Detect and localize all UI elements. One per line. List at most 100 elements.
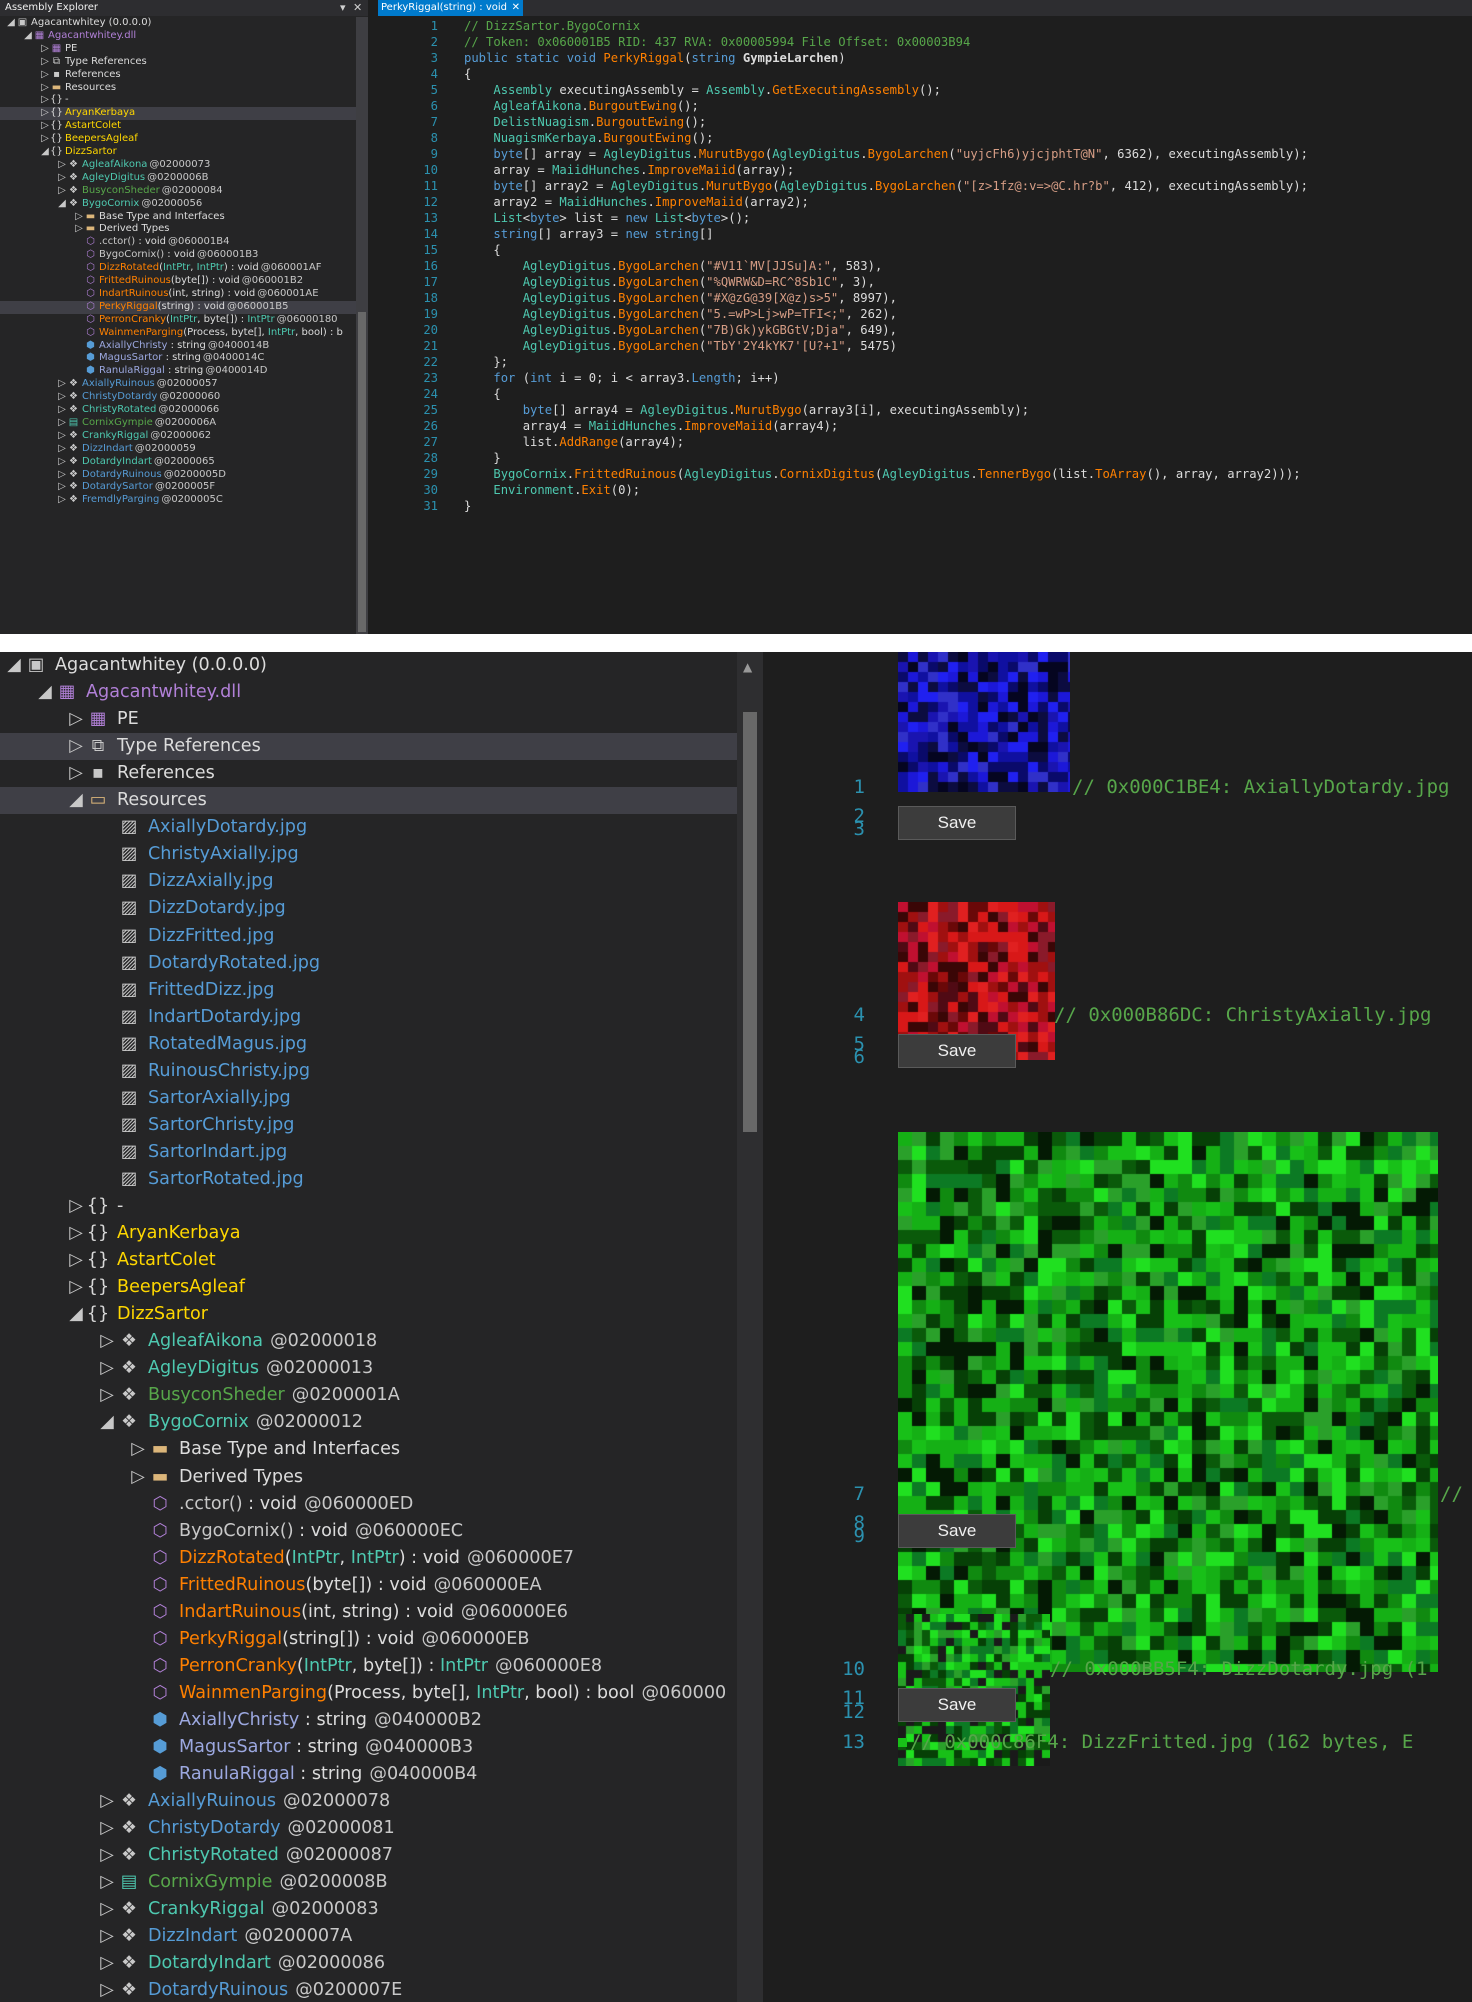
tree-node[interactable]: ▷ ❖ FremdlyParging @0200005C (0, 494, 356, 507)
expand-arrow-icon[interactable]: ▷ (40, 69, 50, 82)
tree-node[interactable]: ▷ ❖ ChristyDotardy @02000060 (0, 391, 356, 404)
save-button[interactable]: Save (898, 806, 1016, 840)
tree-node[interactable]: ▷{} - (0, 94, 356, 107)
tree-node[interactable]: ⬡ PerkyRiggal(string) : void @060001B5 (0, 300, 356, 314)
expand-arrow-icon[interactable]: ▷ (98, 1328, 116, 1355)
tree-node[interactable]: ▨ SartorRotated.jpg (0, 1166, 737, 1193)
scroll-up-icon[interactable]: ▲ (743, 660, 752, 674)
save-button[interactable]: Save (898, 1034, 1016, 1068)
collapse-arrow-icon[interactable]: ◢ (98, 1409, 116, 1436)
tree-node[interactable]: ◢ ▣ Agacantwhitey (0.0.0.0) (0, 652, 737, 679)
expand-arrow-icon[interactable]: ▷ (74, 211, 84, 224)
tree-node[interactable]: ▷ ❖ DotardyIndart @02000065 (0, 456, 356, 469)
tree-node[interactable]: ▷{} AstartColet (0, 1247, 737, 1274)
tree-node[interactable]: ▨ SartorChristy.jpg (0, 1112, 737, 1139)
tree-node[interactable]: ▷ ❖ ChristyRotated @02000087 (0, 1842, 737, 1869)
tree-node[interactable]: ⬢ RanulaRiggal : string @040000B4 (0, 1761, 737, 1788)
tree-node[interactable]: ▷ ❖ DotardySartor @0200005F (0, 481, 356, 494)
tree-node[interactable]: ▷ ❖ AgleyDigitus @02000013 (0, 1355, 737, 1382)
save-button[interactable]: Save (898, 1688, 1016, 1722)
expand-arrow-icon[interactable]: ▷ (98, 1815, 116, 1842)
tree-node[interactable]: ▷ ❖ ChristyDotardy @02000081 (0, 1815, 737, 1842)
tree-node[interactable]: ⬢ RanulaRiggal : string @0400014D (0, 365, 356, 378)
expand-arrow-icon[interactable]: ▷ (40, 94, 50, 107)
expand-arrow-icon[interactable]: ▷ (98, 1977, 116, 2002)
expand-arrow-icon[interactable]: ▷ (57, 443, 67, 456)
tree-node[interactable]: ▨ RotatedMagus.jpg (0, 1031, 737, 1058)
tree-node[interactable]: ▷ ⧉ Type References (0, 733, 737, 761)
tree-node[interactable]: ◢{} DizzSartor (0, 1301, 737, 1328)
dropdown-arrow-icon[interactable]: ▾ (340, 0, 346, 16)
expand-arrow-icon[interactable]: ▷ (57, 430, 67, 443)
collapse-arrow-icon[interactable]: ◢ (40, 146, 50, 159)
tree-node[interactable]: ▨ SartorAxially.jpg (0, 1085, 737, 1112)
tree-node[interactable]: ▷{} AstartColet (0, 120, 356, 133)
expand-arrow-icon[interactable]: ▷ (40, 56, 50, 69)
expand-arrow-icon[interactable]: ▷ (98, 1382, 116, 1409)
expand-arrow-icon[interactable]: ▷ (67, 1220, 85, 1247)
collapse-arrow-icon[interactable]: ◢ (5, 652, 23, 679)
tree-node[interactable]: ⬡ DizzRotated(IntPtr, IntPtr) : void @0600… (0, 262, 356, 275)
assembly-tree-scrollbar[interactable] (356, 17, 368, 634)
tree-node[interactable]: ▷ ▬ Base Type and Interfaces (0, 1436, 737, 1463)
tree-node[interactable]: ⬡ BygoCornix() : void @060000EC (0, 1518, 737, 1545)
expand-arrow-icon[interactable]: ▷ (98, 1788, 116, 1815)
tree-node[interactable]: ⬡ WainmenParging(Process, byte[], IntPtr,… (0, 327, 356, 340)
expand-arrow-icon[interactable]: ▷ (98, 1896, 116, 1923)
expand-arrow-icon[interactable]: ▷ (98, 1950, 116, 1977)
tree-node[interactable]: ▷ ❖ DizzIndart @02000059 (0, 443, 356, 456)
tree-node[interactable]: ▷ ❖ BusyconSheder @0200001A (0, 1382, 737, 1409)
expand-arrow-icon[interactable]: ▷ (67, 733, 85, 760)
tree-node[interactable]: ▨ SartorIndart.jpg (0, 1139, 737, 1166)
tree-node[interactable]: ⬡ .cctor() : void @060001B4 (0, 236, 356, 249)
expand-arrow-icon[interactable]: ▷ (57, 159, 67, 172)
code-view[interactable]: 1 // DizzSartor.BygoCornix 2 // Token: 0x0… (378, 18, 1472, 634)
tree-node[interactable]: ⬡ WainmenParging(Process, byte[], IntPtr,… (0, 1680, 737, 1707)
expand-arrow-icon[interactable]: ▷ (67, 706, 85, 733)
tree-node[interactable]: ◢ ❖ BygoCornix @02000056 (0, 198, 356, 211)
tree-node[interactable]: ▷ ❖ DizzIndart @0200007A (0, 1923, 737, 1950)
scrollbar-thumb[interactable] (743, 712, 757, 1132)
tree-node[interactable]: ▷{} AryanKerbaya (0, 1220, 737, 1247)
tree-node[interactable]: ▷ ❖ BusyconSheder @02000084 (0, 185, 356, 198)
expand-arrow-icon[interactable]: ▷ (57, 404, 67, 417)
tree-node[interactable]: ▷ ▤ CornixGympie @0200006A (0, 417, 356, 430)
expand-arrow-icon[interactable]: ▷ (57, 417, 67, 430)
tree-node[interactable]: ◢ ▣ Agacantwhitey (0.0.0.0) (0, 17, 356, 30)
expand-arrow-icon[interactable]: ▷ (129, 1464, 147, 1491)
tree-node[interactable]: ⬡ DizzRotated(IntPtr, IntPtr) : void @0600… (0, 1545, 737, 1572)
expand-arrow-icon[interactable]: ▷ (129, 1436, 147, 1463)
tree-node[interactable]: ▷ ▬ Base Type and Interfaces (0, 211, 356, 224)
collapse-arrow-icon[interactable]: ◢ (67, 1301, 85, 1328)
tree-node[interactable]: ⬡ FrittedRuinous(byte[]) : void @060000EA (0, 1572, 737, 1599)
expand-arrow-icon[interactable]: ▷ (57, 494, 67, 507)
expand-arrow-icon[interactable]: ▷ (98, 1923, 116, 1950)
tab-perkyriggal[interactable]: PerkyRiggal(string) : void ✕ (378, 0, 524, 16)
tree-node[interactable]: ⬢ AxiallyChristy : string @0400014B (0, 340, 356, 353)
tree-node[interactable]: ⬢ MagusSartor : string @0400014C (0, 352, 356, 365)
tree-node[interactable]: ▷ ❖ DotardyRuinous @0200005D (0, 469, 356, 482)
tree-node[interactable]: ▷ ▪ References (0, 760, 737, 787)
expand-arrow-icon[interactable]: ▷ (74, 223, 84, 236)
tree-node[interactable]: ▨ DizzFritted.jpg (0, 923, 737, 950)
tree-node[interactable]: ⬡ PerkyRiggal(string[]) : void @060000EB (0, 1626, 737, 1653)
tree-node[interactable]: ▷ ▦ PE (0, 43, 356, 56)
expand-arrow-icon[interactable]: ▷ (40, 120, 50, 133)
tree-node[interactable]: ▨ RuinousChristy.jpg (0, 1058, 737, 1085)
tree-node[interactable]: ⬡ FrittedRuinous(byte[]) : void @060001B2 (0, 275, 356, 288)
tree-node[interactable]: ▨ IndartDotardy.jpg (0, 1004, 737, 1031)
collapse-arrow-icon[interactable]: ◢ (36, 679, 54, 706)
tree-node[interactable]: ▷ ❖ AgleyDigitus @0200006B (0, 172, 356, 185)
tree-node[interactable]: ▨ DizzAxially.jpg (0, 868, 737, 895)
tree-node[interactable]: ⬡ IndartRuinous(int, string) : void @06000… (0, 288, 356, 301)
tree-node[interactable]: ⬡ IndartRuinous(int, string) : void @06000… (0, 1599, 737, 1626)
tree-node[interactable]: ⬡ BygoCornix() : void @060001B3 (0, 249, 356, 262)
expand-arrow-icon[interactable]: ▷ (40, 107, 50, 120)
tree-node[interactable]: ▨ ChristyAxially.jpg (0, 841, 737, 868)
tree-node[interactable]: ▷{} BeepersAgleaf (0, 133, 356, 146)
scrollbar-thumb[interactable] (358, 312, 366, 632)
tree-node[interactable]: ▷ ❖ AgleafAikona @02000018 (0, 1328, 737, 1355)
tree-node[interactable]: ▷ ❖ AxiallyRuinous @02000057 (0, 378, 356, 391)
expand-arrow-icon[interactable]: ▷ (98, 1842, 116, 1869)
close-icon[interactable]: ✕ (353, 0, 362, 16)
